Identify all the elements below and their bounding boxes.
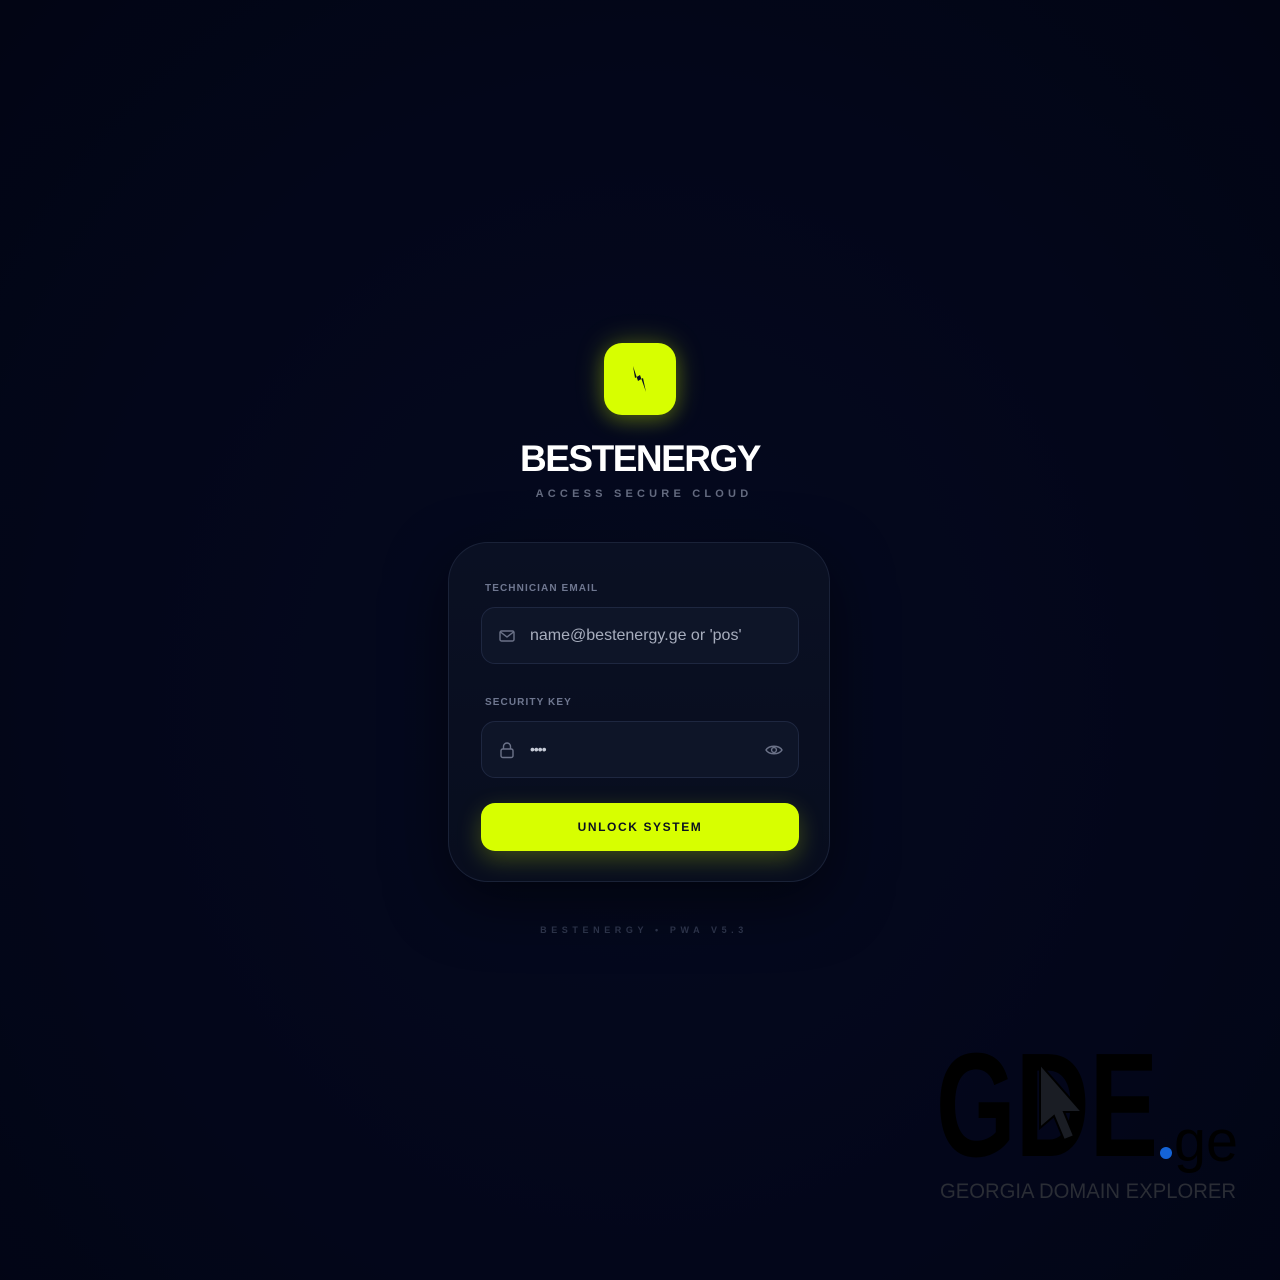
brand-title: BESTENERGY [520, 438, 761, 479]
brand-subtitle: ACCESS SECURE CLOUD [535, 488, 753, 500]
security-key-value: •••• [530, 741, 547, 757]
svg-text:GEORGIA DOMAIN EXPLORER: GEORGIA DOMAIN EXPLORER [940, 1180, 1236, 1203]
footer-version: BESTENERGY • PWA V5.3 [540, 925, 748, 935]
svg-text:ge: ge [1174, 1109, 1238, 1174]
eye-icon[interactable] [764, 741, 784, 759]
lock-icon [500, 742, 514, 759]
login-card: TECHNICIAN EMAIL name@bestenergy.ge or '… [448, 542, 830, 882]
unlock-system-button[interactable]: UNLOCK SYSTEM [481, 803, 799, 851]
email-label: TECHNICIAN EMAIL [485, 583, 599, 594]
login-page: BESTENERGY ACCESS SECURE CLOUD TECHNICIA… [0, 0, 1280, 1280]
lightning-bolt-icon [633, 366, 646, 392]
brand-logo [604, 343, 676, 415]
security-key-field[interactable]: •••• [481, 721, 799, 778]
security-key-label: SECURITY KEY [485, 697, 572, 708]
mail-icon [499, 630, 515, 642]
email-placeholder: name@bestenergy.ge or 'pos' [530, 627, 742, 644]
email-field[interactable]: name@bestenergy.ge or 'pos' [481, 607, 799, 664]
watermark-logo: GDE ge GEORGIA DOMAIN EXPLORER [936, 1036, 1246, 1208]
